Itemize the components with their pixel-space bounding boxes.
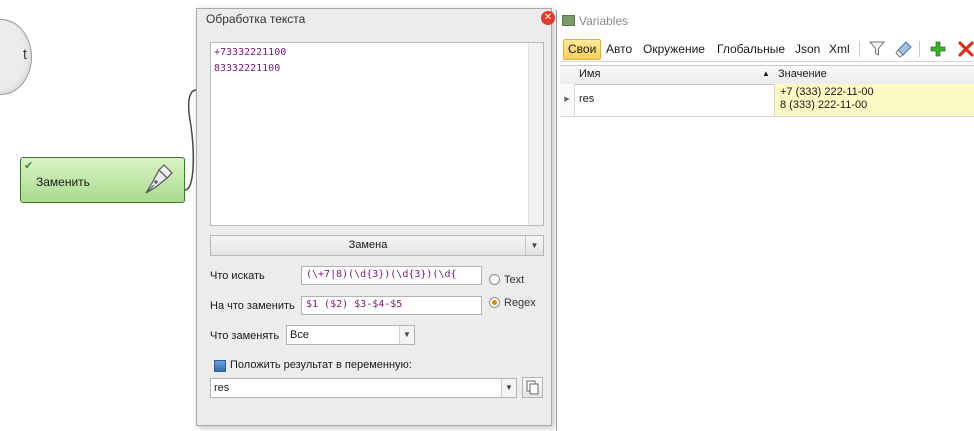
variables-title-text: Variables (579, 14, 629, 28)
variable-value-line: +7 (333) 222-11-00 (780, 86, 874, 98)
tab-global[interactable]: Глобальные (717, 39, 785, 60)
tab-json[interactable]: Json (795, 39, 820, 60)
input-text-area[interactable]: +73332221100 83332221100 (210, 42, 544, 226)
save-to-variable-checkbox[interactable] (214, 360, 226, 372)
toolbar-divider (919, 41, 920, 57)
dialog-title: Обработка текста (206, 12, 306, 26)
mode-select-value: Замена (348, 239, 388, 251)
radio-regex-label: Regex (504, 297, 536, 309)
radio-regex[interactable]: Regex (489, 297, 536, 309)
copy-icon (526, 380, 539, 395)
find-input[interactable]: (\+7|8)(\d{3})(\d{3})(\d{ (301, 266, 482, 285)
tab-xml[interactable]: Xml (829, 39, 850, 60)
radio-text[interactable]: Text (489, 274, 524, 286)
variable-value-cell[interactable]: +7 (333) 222-11-00 8 (333) 222-11-00 (774, 84, 974, 116)
table-row[interactable]: ▶ res +7 (333) 222-11-00 8 (333) 222-11-… (560, 84, 974, 117)
replace-action-node[interactable]: ✔ Заменить (20, 157, 185, 203)
column-header-value[interactable]: Значение (778, 68, 827, 80)
variables-window-icon (562, 15, 575, 26)
mode-select[interactable]: Замена ▼ (210, 235, 544, 256)
pen-nib-icon (145, 164, 173, 194)
delete-icon[interactable] (957, 40, 974, 58)
tab-environment[interactable]: Окружение (643, 39, 705, 60)
variable-value-line: 8 (333) 222-11-00 (780, 99, 868, 111)
text-line: 83332221100 (214, 63, 281, 74)
row-expand-icon[interactable]: ▶ (560, 84, 575, 116)
radio-text-label: Text (504, 274, 525, 286)
tab-auto[interactable]: Авто (606, 39, 632, 60)
chevron-down-icon[interactable]: ▼ (525, 236, 543, 255)
sort-ascending-icon[interactable]: ▲ (762, 69, 770, 78)
radio-text-dot[interactable] (489, 274, 500, 285)
variables-panel: Variables Свои Авто Окружение Глобальные… (556, 10, 974, 431)
textarea-scrollbar[interactable] (528, 43, 543, 225)
variable-name: res (579, 93, 595, 105)
find-label: Что искать (210, 270, 265, 282)
result-variable-value: res (214, 382, 230, 394)
tab-own[interactable]: Свои (563, 39, 602, 60)
save-to-variable-label: Положить результат в переменную: (230, 359, 412, 371)
replace-with-input[interactable]: $1 ($2) $3-$4-$5 (301, 296, 482, 315)
variables-toolbar: Свои Авто Окружение Глобальные Json Xml (561, 37, 974, 62)
check-icon: ✔ (24, 160, 34, 172)
variables-grid-header: Имя ▲ Значение (560, 65, 974, 85)
find-input-value: (\+7|8)(\d{3})(\d{3})(\d{ (306, 269, 457, 280)
filter-icon[interactable] (869, 40, 885, 58)
which-replace-label: Что заменять (210, 330, 280, 342)
replace-node-label: Заменить (36, 175, 90, 189)
toolbar-divider (859, 41, 860, 57)
radio-regex-dot[interactable] (489, 297, 500, 308)
start-node-label: t (22, 46, 27, 63)
add-icon[interactable] (929, 40, 947, 58)
text-line: +73332221100 (214, 47, 287, 58)
chevron-down-icon[interactable]: ▼ (399, 326, 414, 344)
variables-title: Variables (562, 14, 628, 28)
which-replace-value: Все (290, 329, 309, 341)
which-replace-select[interactable]: Все ▼ (286, 325, 415, 345)
chevron-down-icon[interactable]: ▼ (501, 379, 516, 397)
column-header-name[interactable]: Имя (579, 68, 600, 80)
result-variable-select[interactable]: res ▼ (210, 378, 517, 398)
replace-with-value: $1 ($2) $3-$4-$5 (306, 299, 403, 310)
copy-button[interactable] (522, 377, 543, 398)
close-icon[interactable]: ✕ (541, 11, 555, 25)
replace-with-label: На что заменить (210, 300, 295, 312)
eraser-icon[interactable] (895, 40, 913, 58)
text-processing-dialog: Обработка текста ✕ +73332221100 83332221… (196, 8, 555, 426)
